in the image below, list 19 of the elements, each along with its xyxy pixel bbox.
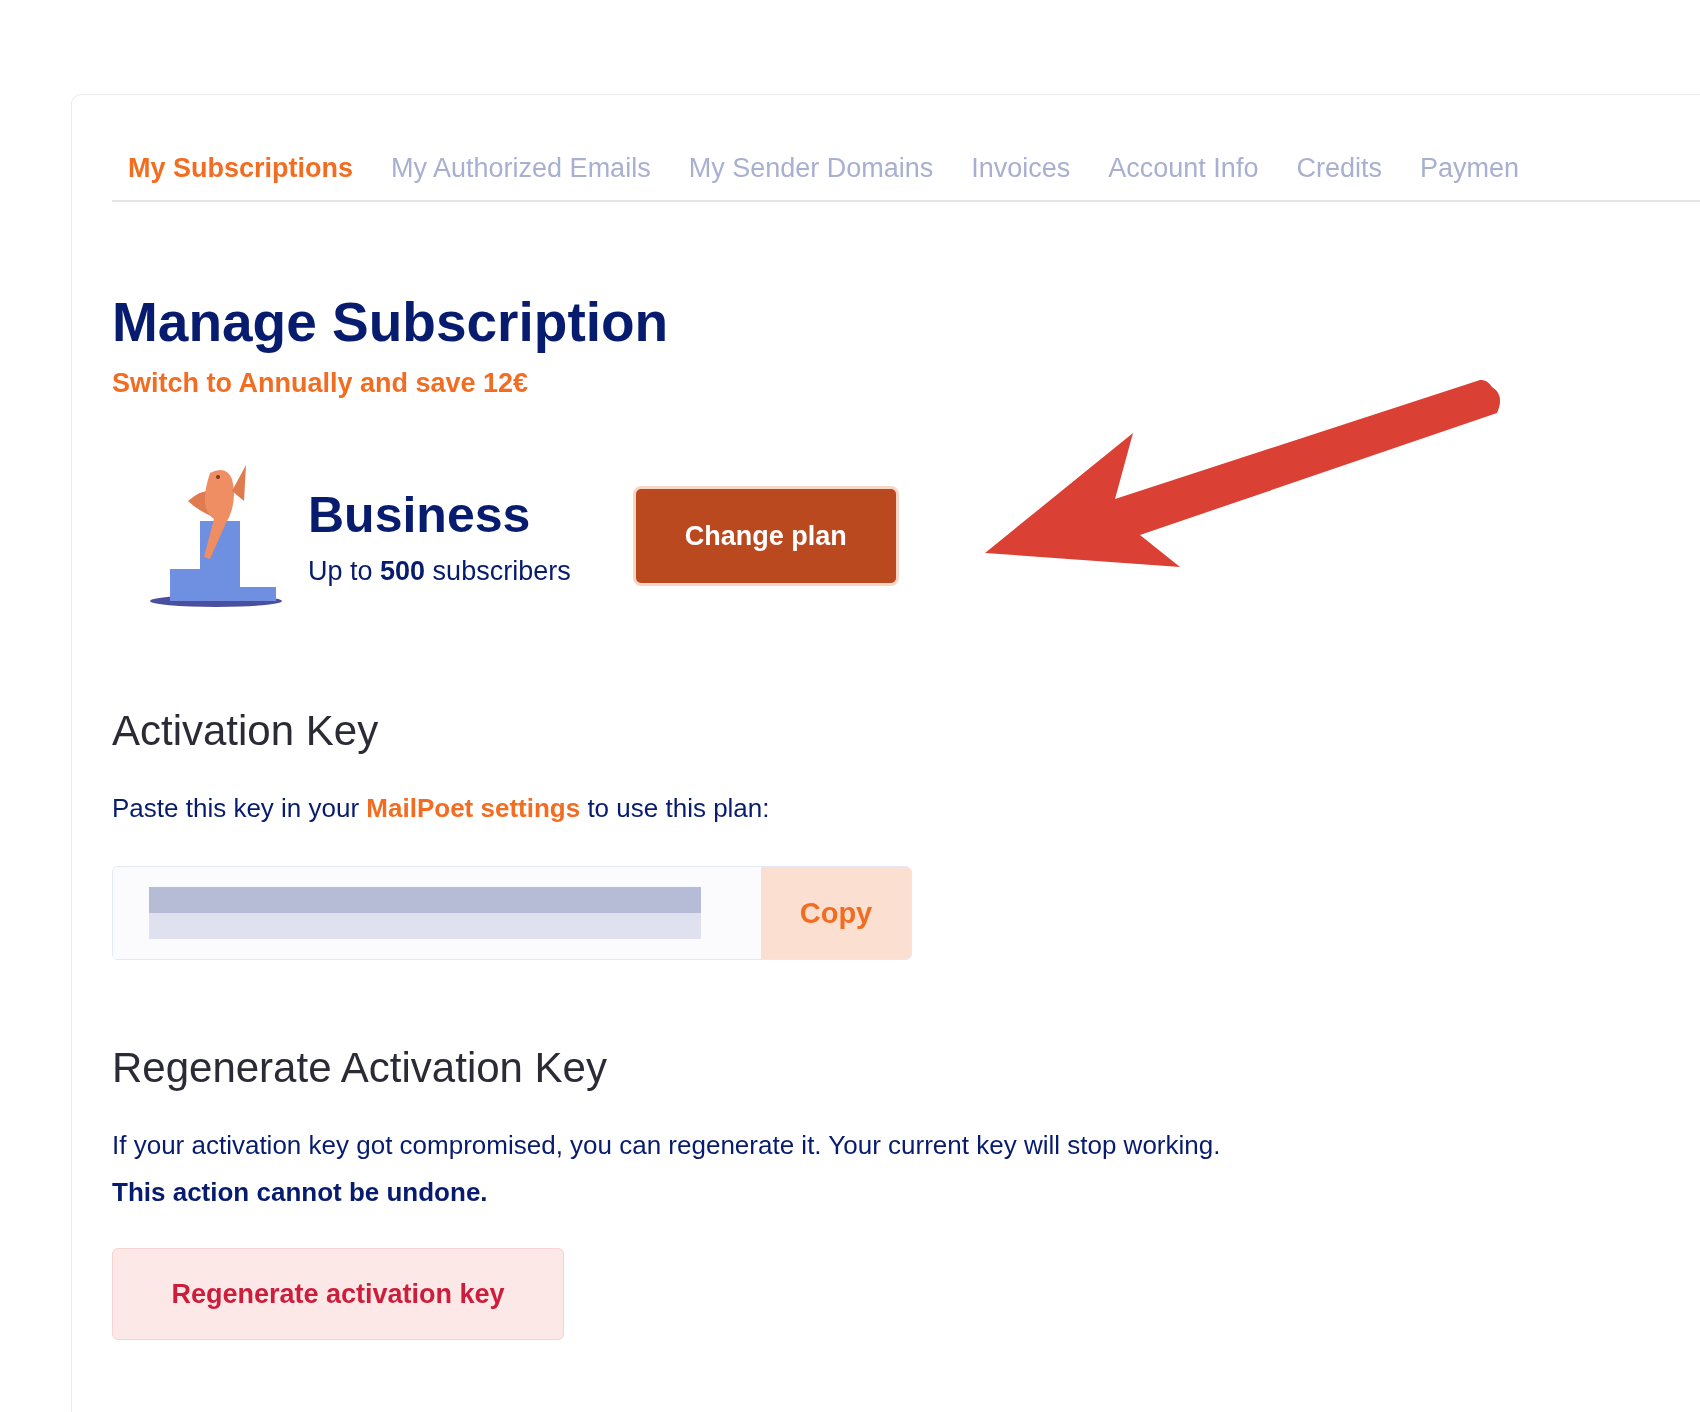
nav-tab[interactable]: My Subscriptions: [128, 153, 354, 200]
nav-tab[interactable]: Paymen: [1419, 153, 1519, 200]
plan-detail: Up to 500 subscribers: [308, 555, 571, 587]
page-title: Manage Subscription: [112, 290, 670, 354]
change-plan-button[interactable]: Change plan: [632, 486, 899, 586]
nav-tab[interactable]: Invoices: [971, 153, 1071, 200]
nav-tab[interactable]: Credits: [1296, 153, 1382, 200]
undo-warning: This action cannot be undone.: [112, 1177, 489, 1208]
plan-name: Business: [308, 485, 532, 544]
section-heading: Regenerate Activation Key: [112, 1044, 608, 1092]
section-heading: Activation Key: [112, 707, 380, 755]
nav-tab[interactable]: My Authorized Emails: [391, 153, 651, 200]
promo-text: Switch to Annually and save 12€: [112, 368, 530, 399]
nav-tab[interactable]: Account Info: [1108, 153, 1259, 200]
regenerate-button[interactable]: Regenerate activation key: [112, 1248, 564, 1340]
settings-link[interactable]: MailPoet settings: [366, 793, 581, 823]
warning-text: If your activation key got compromised, you can regenerate it. Your current key will stop working.: [112, 1130, 1222, 1161]
nav-tab[interactable]: My Sender Domains: [688, 153, 934, 200]
instruction-text: Paste this key in your MailPoet settings to use this plan:: [112, 793, 771, 824]
